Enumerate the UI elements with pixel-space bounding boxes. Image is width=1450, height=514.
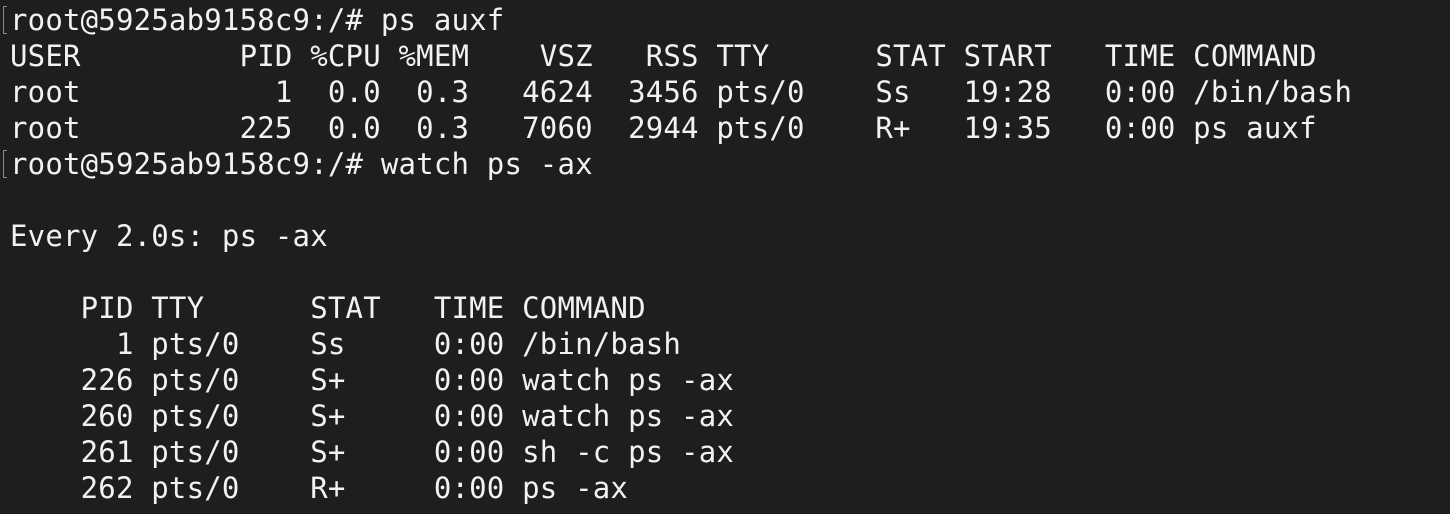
ps-ax-row: 261 pts/0 S+ 0:00 sh -c ps -ax [10, 435, 735, 469]
terminal-window[interactable]: root@5925ab9158c9:/# ps auxf USER PID %C… [0, 0, 1450, 514]
ps-ax-row: 262 pts/0 R+ 0:00 ps -ax [10, 471, 629, 505]
prompt-mark-icon [3, 150, 7, 178]
ps-auxf-row: root 1 0.0 0.3 4624 3456 pts/0 Ss 19:28 … [10, 75, 1353, 109]
prompt-mark-icon [3, 6, 7, 34]
ps-auxf-row: root 225 0.0 0.3 7060 2944 pts/0 R+ 19:3… [10, 111, 1317, 145]
ps-ax-header: PID TTY STAT TIME COMMAND [10, 291, 646, 325]
prompt-line-ps-auxf: root@5925ab9158c9:/# ps auxf [10, 3, 505, 37]
ps-ax-row: 226 pts/0 S+ 0:00 watch ps -ax [10, 363, 735, 397]
ps-auxf-header: USER PID %CPU %MEM VSZ RSS TTY STAT STAR… [10, 39, 1317, 73]
ps-ax-row: 1 pts/0 Ss 0:00 /bin/bash [10, 327, 682, 361]
watch-header: Every 2.0s: ps -ax [10, 219, 328, 253]
prompt-line-watch: root@5925ab9158c9:/# watch ps -ax [10, 147, 593, 181]
ps-ax-row: 260 pts/0 S+ 0:00 watch ps -ax [10, 399, 735, 433]
